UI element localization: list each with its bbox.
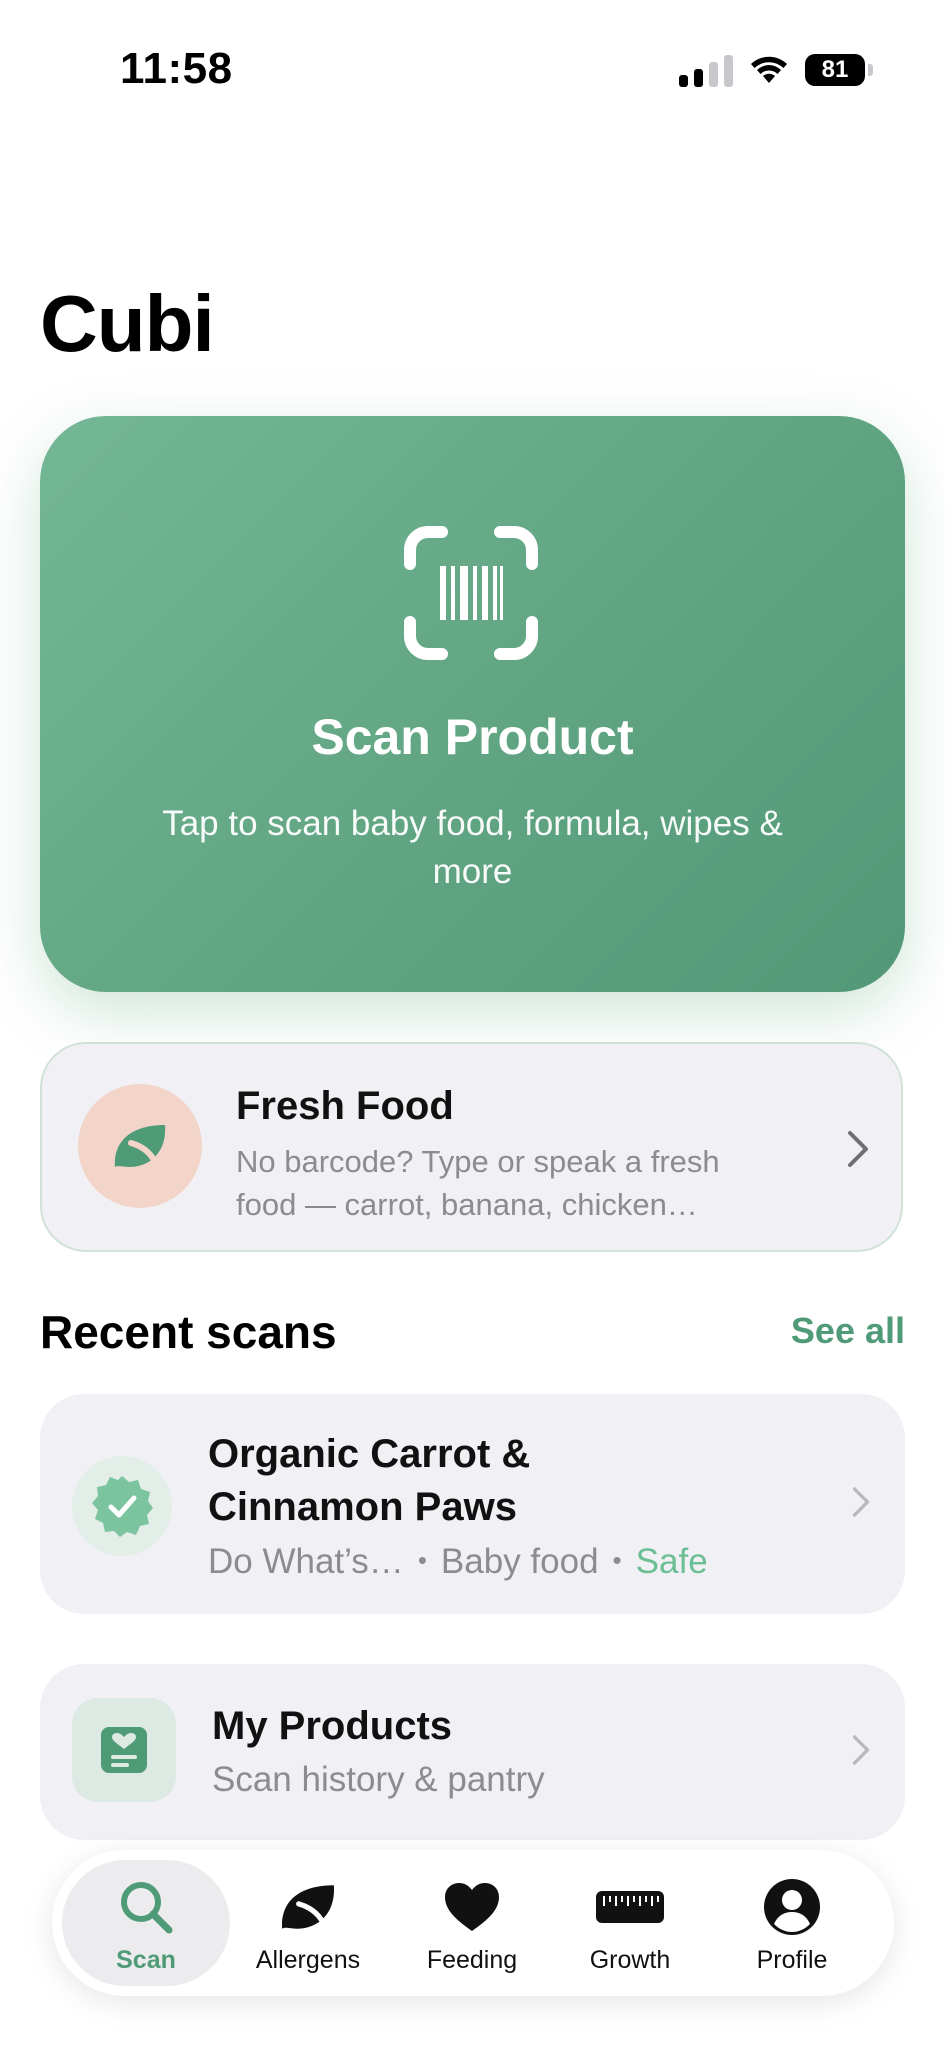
- tab-feeding[interactable]: Feeding: [388, 1860, 556, 1986]
- see-all-link[interactable]: See all: [791, 1310, 905, 1352]
- status-icons: 81: [679, 50, 873, 90]
- recent-scan-brand: Do What’s…: [208, 1542, 404, 1581]
- battery-icon: 81: [805, 54, 873, 86]
- recent-scan-meta: Do What’s… • Baby food • Safe: [208, 1542, 708, 1582]
- fresh-food-button[interactable]: Fresh Food No barcode? Type or speak a f…: [40, 1042, 903, 1252]
- tab-label: Scan: [116, 1946, 176, 1974]
- fresh-food-subtitle: No barcode? Type or speak a fresh food —…: [236, 1144, 720, 1222]
- barcode-scan-icon: [404, 526, 538, 660]
- tab-allergens[interactable]: Allergens: [224, 1860, 392, 1986]
- my-products-title: My Products: [212, 1704, 453, 1748]
- tab-bar: Scan Allergens Feeding Growth Profile: [52, 1850, 894, 1996]
- wifi-icon: [751, 56, 787, 83]
- status-badge: [72, 1456, 172, 1556]
- fresh-food-avatar: [78, 1084, 202, 1208]
- scan-card-title: Scan Product: [311, 709, 634, 765]
- recent-scan-item[interactable]: Organic Carrot & Cinnamon Paws Do What’s…: [40, 1394, 905, 1614]
- separator-dot: •: [417, 1545, 427, 1575]
- tab-growth[interactable]: Growth: [546, 1860, 714, 1986]
- separator-dot: •: [612, 1545, 622, 1575]
- chevron-right-icon: [852, 1735, 870, 1765]
- verified-badge-icon: [92, 1476, 153, 1537]
- tab-profile[interactable]: Profile: [708, 1860, 876, 1986]
- leaf-icon: [281, 1885, 335, 1932]
- recent-scan-category: Baby food: [440, 1542, 599, 1581]
- battery-level: 81: [821, 56, 849, 83]
- heart-list-icon: [101, 1727, 147, 1773]
- page-title: Cubi: [40, 279, 215, 368]
- status-time: 11:58: [120, 44, 233, 93]
- my-products-button[interactable]: My Products Scan history & pantry: [40, 1664, 905, 1840]
- scan-product-button[interactable]: Scan Product Tap to scan baby food, form…: [40, 416, 905, 992]
- recent-scan-title: Organic Carrot & Cinnamon Paws: [208, 1432, 531, 1529]
- tab-scan[interactable]: Scan: [62, 1860, 230, 1986]
- ruler-icon: [596, 1891, 664, 1923]
- chevron-right-icon: [852, 1487, 870, 1517]
- cellular-signal-icon: [679, 53, 733, 87]
- chevron-right-icon: [848, 1131, 868, 1167]
- my-products-icon-tile: [72, 1698, 176, 1802]
- scan-card-subtitle: Tap to scan baby food, formula, wipes & …: [162, 804, 783, 891]
- my-products-subtitle: Scan history & pantry: [212, 1760, 545, 1799]
- heart-icon: [445, 1883, 499, 1931]
- search-icon: [121, 1882, 173, 1934]
- tab-label: Allergens: [255, 1946, 361, 1974]
- person-icon: [764, 1879, 820, 1935]
- fresh-food-title: Fresh Food: [236, 1084, 454, 1128]
- safety-status: Safe: [635, 1542, 708, 1581]
- leaf-icon: [114, 1125, 166, 1170]
- tab-label: Profile: [756, 1946, 828, 1974]
- tab-label: Feeding: [426, 1946, 518, 1974]
- tab-label: Growth: [589, 1946, 671, 1974]
- recent-scans-heading: Recent scans: [40, 1306, 337, 1358]
